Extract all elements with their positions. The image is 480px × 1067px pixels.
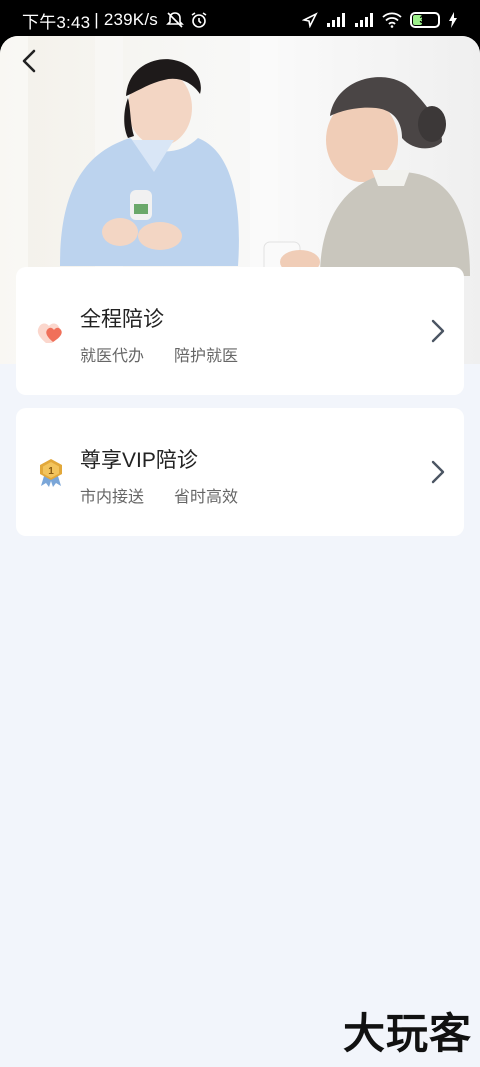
service-tag: 陪护就医 <box>174 348 239 365</box>
chevron-right-icon <box>431 319 445 343</box>
svg-text:1: 1 <box>48 466 54 477</box>
chevron-right-icon <box>431 460 445 484</box>
service-tag: 省时高效 <box>174 489 239 506</box>
status-bar: 下午3:43 | 239K/s 36 <box>0 0 480 40</box>
service-tag: 市内接送 <box>80 489 145 506</box>
battery-level: 36 <box>419 14 431 26</box>
watermark: 大玩客 <box>342 1010 472 1057</box>
app-screen: 全程陪诊 就医代办 陪护就医 1 尊享VIP陪诊 市内接送 省时高效 大玩客 <box>0 36 480 1067</box>
location-icon <box>302 12 318 28</box>
mute-bell-icon <box>166 12 184 28</box>
back-button[interactable] <box>14 46 44 76</box>
signal-icon-2 <box>355 13 373 27</box>
service-title: 全程陪诊 <box>80 308 164 331</box>
status-time: 下午3:43 <box>22 12 91 32</box>
service-card-full-escort[interactable]: 全程陪诊 就医代办 陪护就医 <box>16 267 464 395</box>
wifi-icon <box>382 12 402 28</box>
service-tags: 市内接送 省时高效 <box>80 483 238 507</box>
heart-icon <box>37 323 62 343</box>
battery-icon: 36 <box>410 12 440 28</box>
status-net-speed: | 239K/s <box>94 10 158 29</box>
charging-icon <box>449 12 457 28</box>
service-title: 尊享VIP陪诊 <box>80 449 198 472</box>
chevron-left-icon <box>22 49 36 73</box>
service-card-vip-escort[interactable]: 1 尊享VIP陪诊 市内接送 省时高效 <box>16 408 464 536</box>
alarm-icon <box>191 12 207 28</box>
medal-icon: 1 <box>40 459 62 487</box>
signal-icon <box>327 13 345 27</box>
service-tags: 就医代办 陪护就医 <box>80 342 238 366</box>
service-tag: 就医代办 <box>80 348 145 365</box>
